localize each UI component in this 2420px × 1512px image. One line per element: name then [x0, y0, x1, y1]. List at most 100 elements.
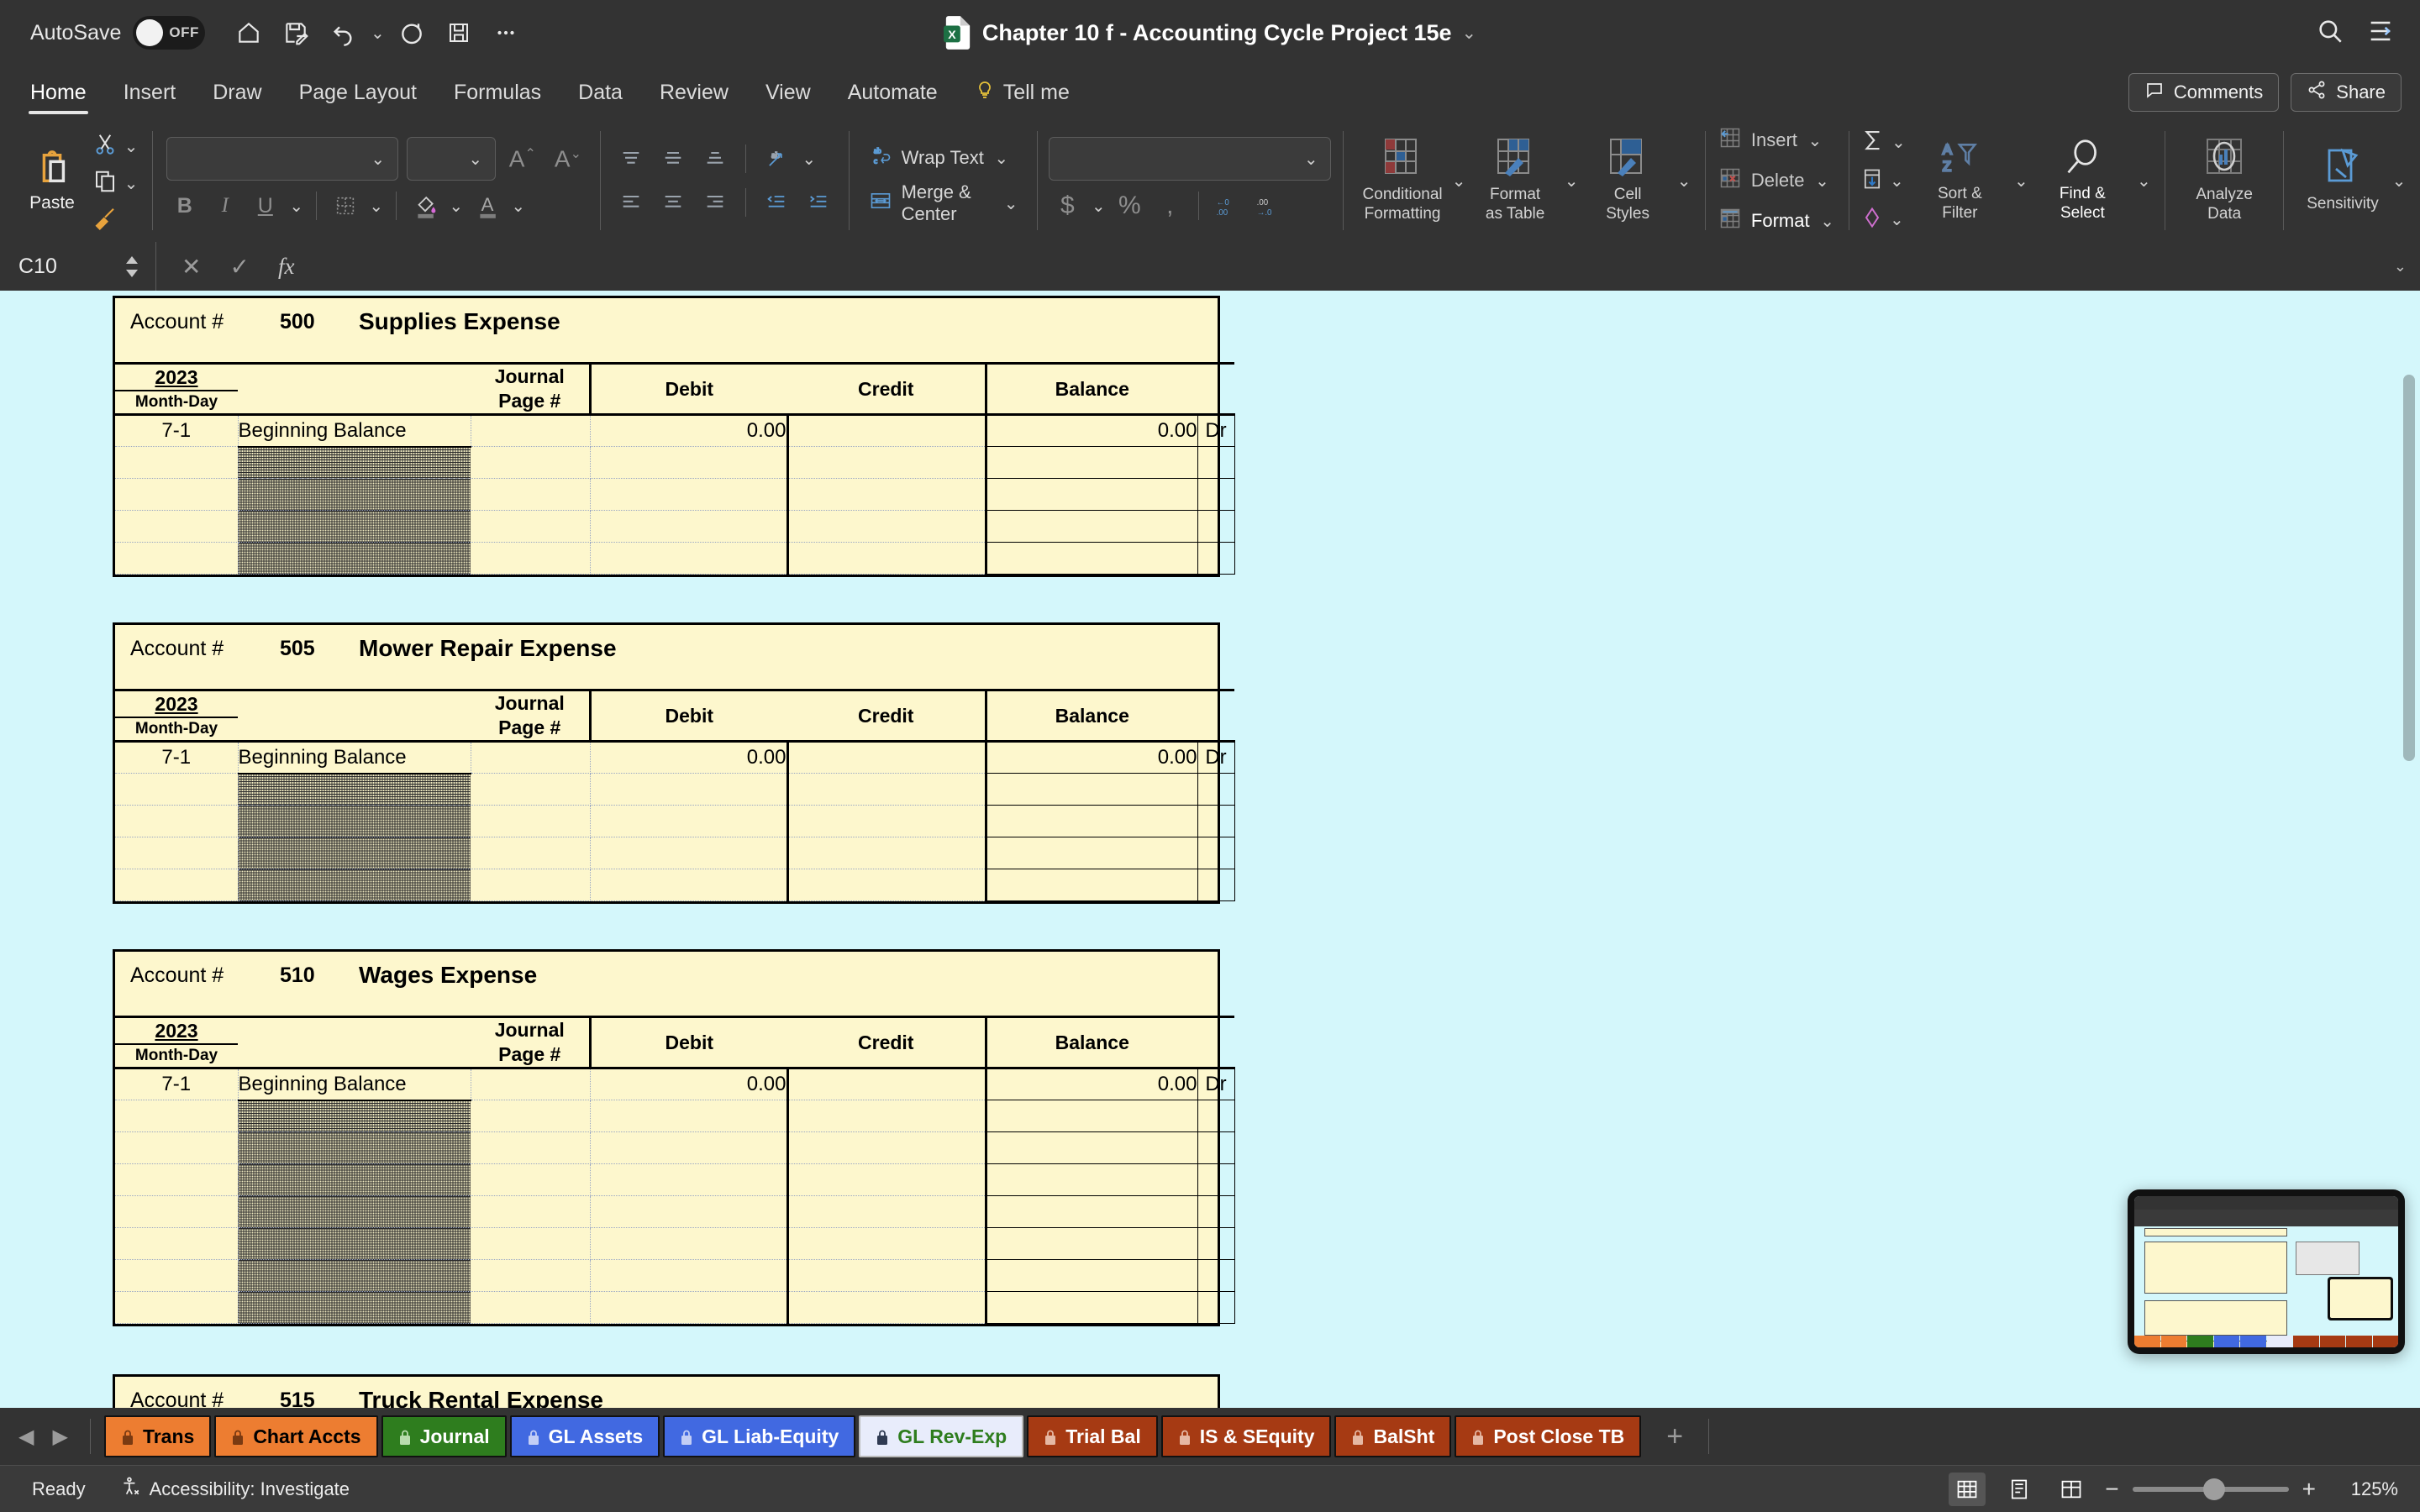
cell-balance[interactable]	[986, 805, 1198, 837]
number-format-select[interactable]: ⌄	[1049, 137, 1332, 181]
cell-date[interactable]	[115, 1227, 239, 1260]
cell-credit[interactable]	[787, 1227, 987, 1260]
page-break-view-icon[interactable]	[2053, 1473, 2090, 1506]
table-row[interactable]	[115, 510, 1235, 543]
wrap-text-caret-icon[interactable]: ⌄	[992, 148, 1011, 169]
formula-input[interactable]	[319, 248, 2393, 285]
font-name-caret-icon[interactable]: ⌄	[369, 149, 387, 170]
comments-button[interactable]: Comments	[2128, 73, 2280, 112]
zoom-out-button[interactable]: −	[2105, 1476, 2118, 1503]
cell-journal-page[interactable]	[471, 414, 591, 447]
cell-balance[interactable]	[986, 1291, 1198, 1324]
cell-date[interactable]	[115, 1131, 239, 1164]
share-button[interactable]: Share	[2291, 73, 2402, 112]
cell-journal-page[interactable]	[471, 869, 591, 901]
tab-home[interactable]: Home	[12, 66, 105, 119]
sensitivity-button[interactable]: Sensitivity	[2296, 147, 2390, 214]
accounting-caret-icon[interactable]: ⌄	[1089, 196, 1107, 217]
fill-button[interactable]: ⌄	[1860, 162, 1907, 199]
cut-caret-icon[interactable]: ⌄	[122, 136, 140, 157]
insert-cells-caret-icon[interactable]: ⌄	[1806, 130, 1824, 151]
cell-debit[interactable]: 0.00	[590, 414, 789, 447]
cell-description[interactable]	[238, 1259, 471, 1292]
cell-journal-page[interactable]	[471, 837, 591, 869]
name-box[interactable]: C10	[0, 242, 156, 291]
cell-description[interactable]	[238, 1100, 471, 1132]
cell-credit[interactable]	[787, 741, 987, 774]
conditional-formatting-button[interactable]: Conditional Formatting	[1355, 138, 1449, 224]
table-row[interactable]	[115, 837, 1235, 869]
autosave-toggle[interactable]: OFF	[133, 16, 206, 50]
cell-dr-cr[interactable]	[1197, 1259, 1235, 1292]
cell-dr-cr[interactable]	[1197, 542, 1235, 575]
cell-balance[interactable]	[986, 1131, 1198, 1164]
sheet-tab-trial-bal[interactable]: Trial Bal	[1027, 1415, 1158, 1457]
cell-description[interactable]: Beginning Balance	[238, 1068, 471, 1101]
cell-credit[interactable]	[787, 1291, 987, 1324]
cell-journal-page[interactable]	[471, 542, 591, 575]
cell-dr-cr[interactable]: Dr	[1197, 414, 1235, 447]
cell-dr-cr[interactable]	[1197, 1227, 1235, 1260]
vertical-scrollbar[interactable]	[2403, 375, 2415, 761]
zoom-slider-handle[interactable]	[2202, 1478, 2225, 1500]
cell-description[interactable]: Beginning Balance	[238, 414, 471, 448]
align-right-icon[interactable]	[697, 184, 734, 221]
cell-balance[interactable]	[986, 869, 1198, 901]
more-icon[interactable]	[484, 11, 528, 55]
cell-description[interactable]	[238, 478, 471, 511]
cell-date[interactable]	[115, 869, 239, 901]
insert-cells-button[interactable]: Insert ⌄	[1718, 122, 1837, 159]
tell-me-search[interactable]: Tell me	[956, 66, 1088, 119]
font-color-icon[interactable]: A	[469, 187, 506, 224]
cell-date[interactable]	[115, 542, 239, 575]
wrap-text-button[interactable]: ab c Wrap Text ⌄	[861, 139, 1025, 177]
cell-debit[interactable]	[590, 1291, 789, 1324]
sheet-tab-balsht[interactable]: BalSht	[1334, 1415, 1452, 1457]
zoom-control[interactable]: − +	[2105, 1476, 2316, 1503]
undo-dropdown-caret-icon[interactable]: ⌄	[368, 23, 387, 44]
underline-caret-icon[interactable]: ⌄	[287, 196, 306, 217]
cell-dr-cr[interactable]	[1197, 837, 1235, 869]
decrease-decimal-icon[interactable]: .00 →.0	[1249, 187, 1286, 224]
increase-indent-icon[interactable]	[800, 184, 837, 221]
cell-dr-cr[interactable]	[1197, 1291, 1235, 1324]
cell-balance[interactable]	[986, 773, 1198, 806]
merge-center-button[interactable]: Merge & Center ⌄	[861, 181, 1025, 224]
tab-formulas[interactable]: Formulas	[435, 66, 560, 119]
cell-description[interactable]	[238, 542, 471, 575]
text-orientation-icon[interactable]: ab	[758, 140, 795, 177]
format-painter-button[interactable]	[92, 202, 140, 238]
sheet-tab-trans[interactable]: Trans	[103, 1415, 212, 1457]
cell-date[interactable]	[115, 1195, 239, 1228]
cell-debit[interactable]	[590, 805, 789, 837]
cell-journal-page[interactable]	[471, 805, 591, 837]
cut-button[interactable]: ⌄	[92, 129, 140, 164]
fill-color-caret-icon[interactable]: ⌄	[447, 196, 466, 217]
cell-debit[interactable]: 0.00	[590, 1068, 789, 1100]
cell-journal-page[interactable]	[471, 478, 591, 511]
table-row[interactable]	[115, 1259, 1235, 1292]
cell-credit[interactable]	[787, 414, 987, 447]
cell-balance[interactable]: 0.00	[986, 741, 1198, 774]
cell-dr-cr[interactable]	[1197, 478, 1235, 511]
cell-journal-page[interactable]	[471, 773, 591, 806]
cell-dr-cr[interactable]	[1197, 1163, 1235, 1196]
format-cells-button[interactable]: Format ⌄	[1718, 202, 1837, 239]
cell-balance[interactable]	[986, 1195, 1198, 1228]
increase-font-size-icon[interactable]: A⌃	[504, 145, 541, 172]
align-bottom-icon[interactable]	[697, 140, 734, 177]
cell-balance[interactable]	[986, 446, 1198, 479]
table-row[interactable]	[115, 446, 1235, 479]
find-select-button[interactable]: Find & Select	[2035, 139, 2129, 223]
tab-draw[interactable]: Draw	[194, 66, 280, 119]
font-size-input[interactable]: ⌄	[406, 137, 496, 181]
table-row[interactable]	[115, 1195, 1235, 1228]
cell-dr-cr[interactable]	[1197, 869, 1235, 901]
cell-date[interactable]: 7-1	[115, 1068, 239, 1100]
table-row[interactable]	[115, 1291, 1235, 1324]
cell-date[interactable]	[115, 1100, 239, 1132]
search-icon[interactable]	[2316, 17, 2344, 50]
cell-dr-cr[interactable]	[1197, 510, 1235, 543]
cell-description[interactable]	[238, 510, 471, 543]
sort-filter-button[interactable]: AZ Sort & Filter	[1912, 139, 2007, 223]
